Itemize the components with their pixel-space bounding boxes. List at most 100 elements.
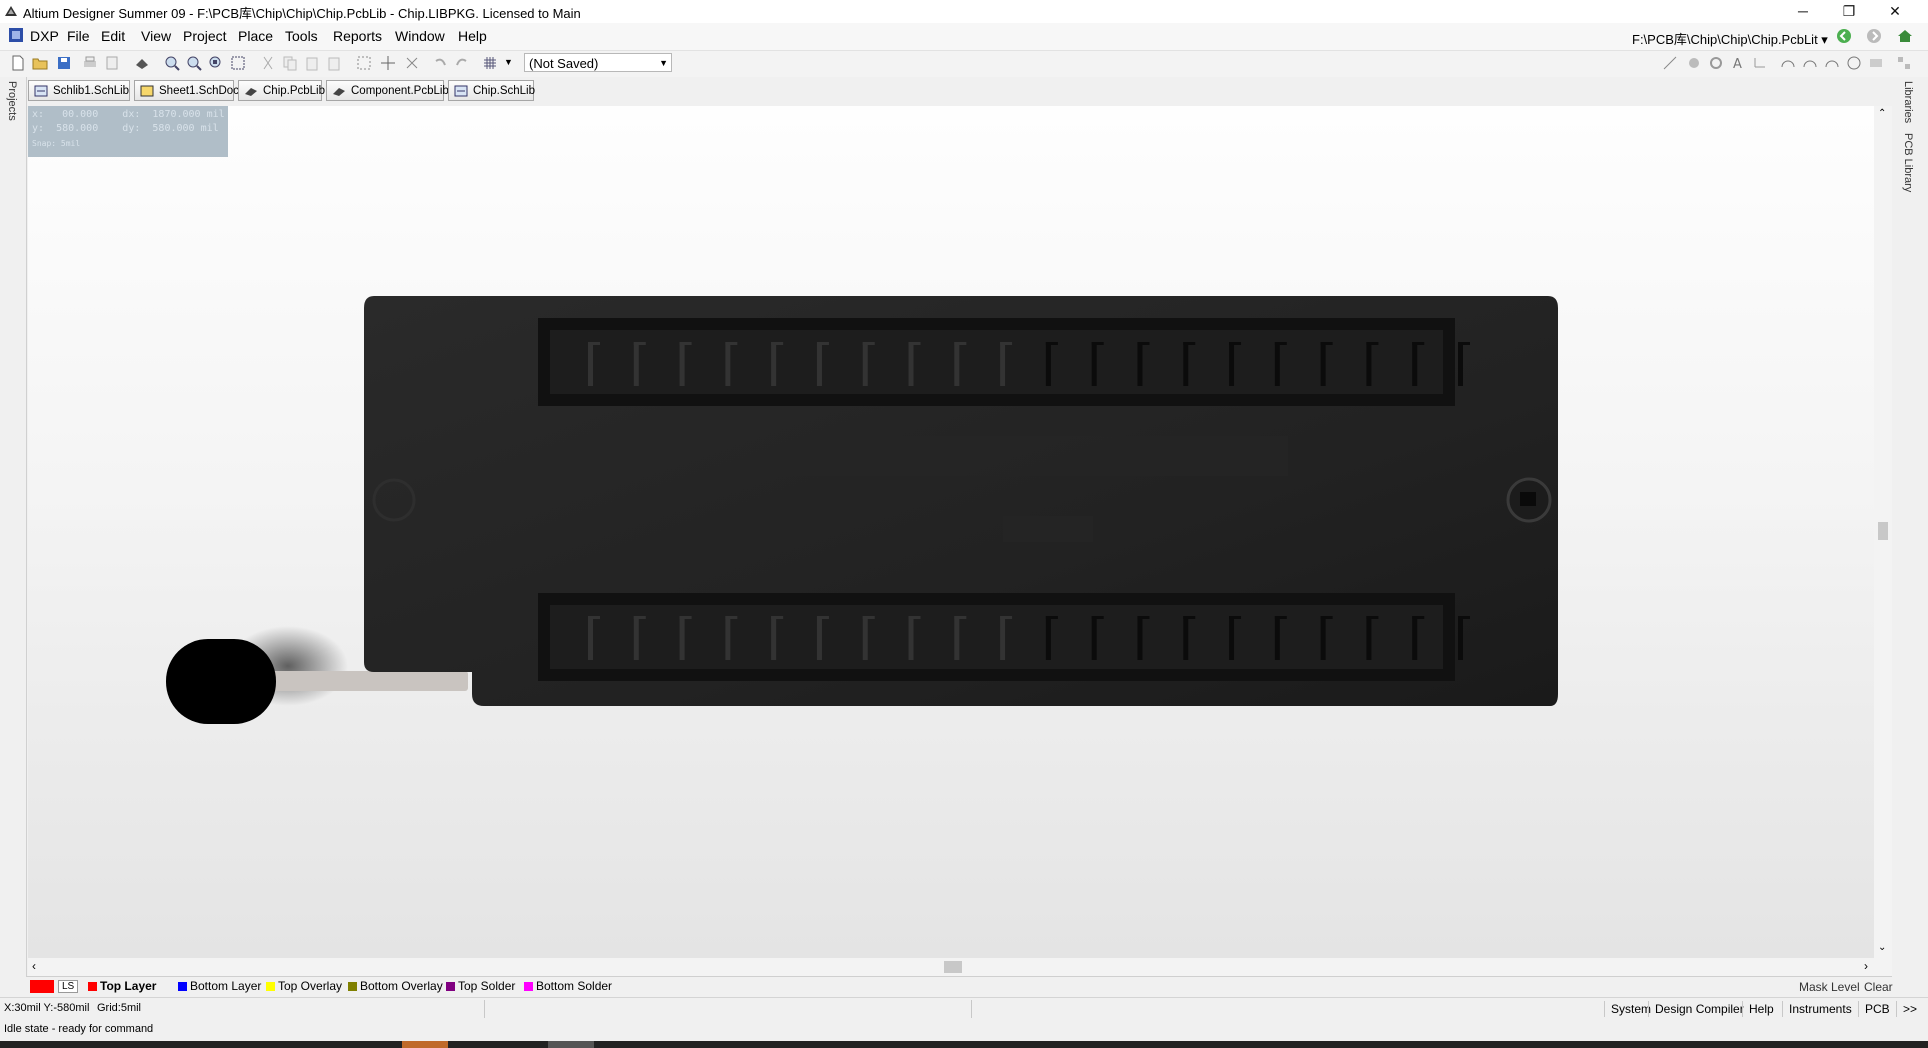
help-button[interactable]: Help bbox=[1742, 1001, 1780, 1017]
menu-help[interactable]: Help bbox=[458, 28, 487, 44]
taskbar-app-highlight[interactable] bbox=[402, 1041, 448, 1048]
scroll-right-icon[interactable]: › bbox=[1864, 959, 1868, 973]
current-layer-color-swatch[interactable] bbox=[30, 980, 54, 993]
embossed-label bbox=[768, 436, 1288, 476]
socket-pin-contact bbox=[908, 616, 914, 660]
layer-tab[interactable]: Bottom Layer bbox=[176, 979, 261, 993]
status-divider bbox=[484, 1000, 485, 1018]
pcb-3d-canvas[interactable]: x: 00.000 dx: 1870.000 mil y: 580.000 dy… bbox=[28, 106, 1874, 958]
layer-color-swatch bbox=[178, 982, 187, 991]
copy-icon[interactable] bbox=[282, 55, 298, 71]
socket-pin-contact bbox=[816, 342, 822, 386]
via-tool-icon[interactable] bbox=[1708, 55, 1724, 71]
home-nav-icon[interactable] bbox=[1896, 28, 1914, 44]
restore-button[interactable]: ❐ bbox=[1826, 0, 1872, 23]
move-icon[interactable] bbox=[380, 55, 396, 71]
menu-file[interactable]: File bbox=[67, 28, 90, 44]
print-icon[interactable] bbox=[82, 55, 98, 71]
tab-sheet1[interactable]: Sheet1.SchDoc bbox=[134, 80, 239, 101]
arc-center-icon[interactable] bbox=[1780, 55, 1796, 71]
print-preview-icon[interactable] bbox=[104, 55, 120, 71]
layer-tab[interactable]: Bottom Overlay bbox=[346, 979, 443, 993]
layer-tab[interactable]: Bottom Solder bbox=[522, 979, 612, 993]
libraries-panel-tab[interactable]: Libraries bbox=[1902, 81, 1914, 123]
rubber-stamp-icon[interactable] bbox=[326, 55, 342, 71]
tab-chip-pcblib[interactable]: Chip.PcbLib bbox=[238, 80, 325, 101]
menu-place[interactable]: Place bbox=[238, 28, 273, 44]
layer-set-button[interactable]: LS bbox=[58, 980, 79, 993]
layer-tab[interactable]: Top Layer bbox=[86, 979, 156, 993]
new-file-icon[interactable] bbox=[10, 55, 26, 71]
right-panel-strip: Libraries PCB Library bbox=[1892, 77, 1928, 993]
line-tool-icon[interactable] bbox=[1662, 55, 1678, 71]
coordinate-tool-icon[interactable] bbox=[1752, 55, 1768, 71]
grid-dropdown-arrow-icon[interactable]: ▼ bbox=[504, 57, 513, 67]
tab-component-pcblib[interactable]: Component.PcbLib bbox=[326, 80, 449, 101]
menu-project[interactable]: Project bbox=[183, 28, 227, 44]
grid-icon[interactable] bbox=[482, 55, 498, 71]
zoom-out-icon[interactable] bbox=[186, 55, 202, 71]
clear-button[interactable]: Clear bbox=[1864, 980, 1893, 994]
socket-pin-contact bbox=[1366, 616, 1372, 660]
scroll-down-icon[interactable]: ⌄ bbox=[1878, 942, 1886, 953]
redo-icon[interactable] bbox=[454, 55, 470, 71]
minimize-button[interactable]: ─ bbox=[1780, 0, 1826, 23]
horizontal-scroll-thumb[interactable] bbox=[944, 961, 962, 973]
zoom-area-icon[interactable] bbox=[230, 55, 246, 71]
menu-tools[interactable]: Tools bbox=[285, 28, 318, 44]
open-folder-icon[interactable] bbox=[32, 55, 48, 71]
menu-dxp[interactable]: DXP bbox=[30, 28, 59, 44]
undo-icon[interactable] bbox=[432, 55, 448, 71]
title-bar: Altium Designer Summer 09 - F:\PCB库\Chip… bbox=[0, 0, 1928, 23]
pcb-library-panel-tab[interactable]: PCB Library bbox=[1902, 133, 1914, 192]
menu-view[interactable]: View bbox=[141, 28, 171, 44]
tab-schlib1[interactable]: Schlib1.SchLib bbox=[28, 80, 130, 101]
more-panels-button[interactable]: >> bbox=[1896, 1001, 1923, 1017]
horizontal-scrollbar[interactable]: ‹ › bbox=[28, 958, 1892, 976]
deselect-icon[interactable] bbox=[404, 55, 420, 71]
projects-panel-tab[interactable]: Projects bbox=[6, 81, 18, 121]
select-area-icon[interactable] bbox=[356, 55, 372, 71]
layer-tab[interactable]: Top Overlay bbox=[264, 979, 342, 993]
save-icon[interactable] bbox=[56, 55, 72, 71]
document-path-selector[interactable]: F:\PCB库\Chip\Chip\Chip.PcbLit ▾ bbox=[1632, 29, 1828, 48]
array-paste-icon[interactable] bbox=[1896, 55, 1912, 71]
socket-pin-contact bbox=[1091, 342, 1104, 345]
socket-pin-contact bbox=[816, 616, 822, 660]
socket-pin-contact bbox=[633, 342, 646, 345]
back-nav-icon[interactable] bbox=[1836, 28, 1852, 44]
pcblib-file-icon bbox=[245, 88, 257, 96]
full-circle-icon[interactable] bbox=[1846, 55, 1862, 71]
scroll-left-icon[interactable]: ‹ bbox=[32, 959, 36, 973]
menu-reports[interactable]: Reports bbox=[333, 28, 382, 44]
pcb-button[interactable]: PCB bbox=[1858, 1001, 1896, 1017]
fit-document-icon[interactable] bbox=[208, 55, 224, 71]
cursor-coordinates: X:30mil Y:-580mil bbox=[4, 1002, 90, 1014]
scroll-up-icon[interactable]: ⌃ bbox=[1878, 108, 1886, 119]
socket-pin-contact bbox=[1320, 342, 1333, 345]
vertical-scrollbar[interactable]: ⌃ ⌄ bbox=[1874, 106, 1892, 958]
paste-icon[interactable] bbox=[304, 55, 320, 71]
arc-edge-icon[interactable] bbox=[1802, 55, 1818, 71]
menu-window[interactable]: Window bbox=[395, 28, 445, 44]
tab-chip-schlib[interactable]: Chip.SchLib bbox=[448, 80, 535, 101]
socket-pin-contact bbox=[588, 616, 600, 619]
layer-tab[interactable]: Top Solder bbox=[444, 979, 515, 993]
instruments-button[interactable]: Instruments bbox=[1782, 1001, 1858, 1017]
forward-nav-icon[interactable] bbox=[1866, 28, 1882, 44]
taskbar-app[interactable] bbox=[548, 1041, 594, 1048]
close-button[interactable]: ✕ bbox=[1872, 0, 1918, 23]
vertical-scroll-thumb[interactable] bbox=[1878, 522, 1888, 540]
pad-tool-icon[interactable] bbox=[1686, 55, 1702, 71]
string-tool-icon[interactable]: A bbox=[1730, 55, 1746, 71]
fill-tool-icon[interactable] bbox=[1868, 55, 1884, 71]
arc-any-angle-icon[interactable] bbox=[1824, 55, 1840, 71]
mask-level-button[interactable]: Mask Level bbox=[1799, 980, 1860, 994]
open-device-sheet-icon[interactable] bbox=[134, 55, 150, 71]
view-config-dropdown[interactable]: (Not Saved) ▼ bbox=[524, 53, 672, 72]
status-bar-secondary: Idle state - ready for command bbox=[0, 1019, 1928, 1041]
zoom-in-icon[interactable] bbox=[164, 55, 180, 71]
cut-icon[interactable] bbox=[260, 55, 276, 71]
menu-edit[interactable]: Edit bbox=[101, 28, 125, 44]
design-compiler-button[interactable]: Design Compiler bbox=[1648, 1001, 1750, 1017]
